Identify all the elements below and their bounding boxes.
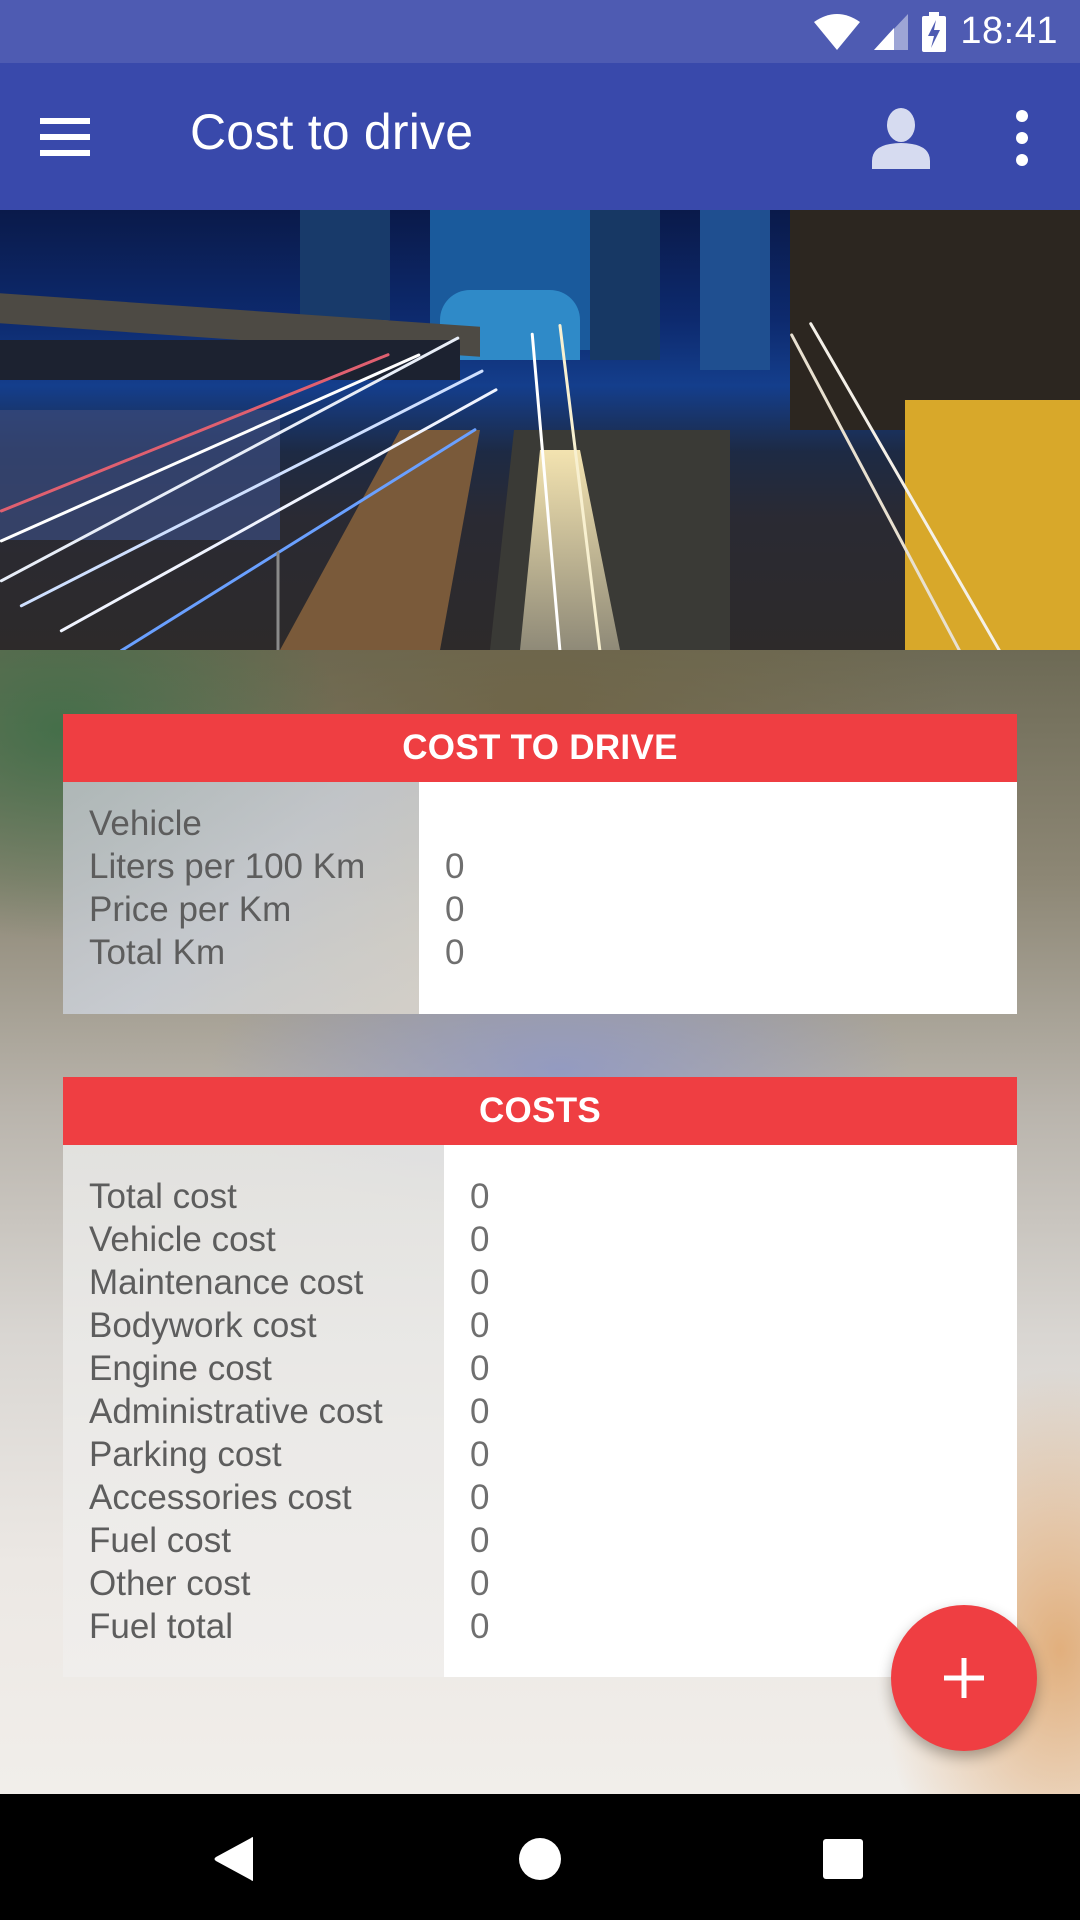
label-liters-per-100km: Liters per 100 Km (89, 847, 366, 886)
label-total-cost: Total cost (89, 1177, 237, 1216)
home-button[interactable] (505, 1824, 575, 1894)
wifi-icon (814, 13, 861, 50)
label-vehicle: Vehicle (89, 804, 202, 843)
account-icon[interactable] (866, 103, 936, 173)
label-bodywork-cost: Bodywork cost (89, 1306, 317, 1345)
value-fuel-cost: 0 (470, 1521, 490, 1560)
status-bar: 18:41 (0, 0, 1080, 63)
recents-button[interactable] (808, 1824, 878, 1894)
label-fuel-cost: Fuel cost (89, 1521, 231, 1560)
home-icon (519, 1838, 561, 1880)
value-parking-cost: 0 (470, 1435, 490, 1474)
battery-charging-icon (922, 11, 947, 52)
label-maintenance-cost: Maintenance cost (89, 1263, 364, 1302)
label-fuel-total: Fuel total (89, 1607, 233, 1646)
app-bar: Cost to drive (0, 63, 1080, 210)
add-fab-button[interactable] (891, 1605, 1037, 1751)
costs-labels: Total cost Vehicle cost Maintenance cost… (63, 1145, 444, 1677)
label-engine-cost: Engine cost (89, 1349, 272, 1388)
label-accessories-cost: Accessories cost (89, 1478, 352, 1517)
label-other-cost: Other cost (89, 1564, 251, 1603)
value-liters-per-100km: 0 (445, 847, 465, 886)
value-vehicle-cost: 0 (470, 1220, 490, 1259)
status-time: 18:41 (960, 10, 1058, 52)
label-price-per-km: Price per Km (89, 890, 292, 929)
recents-icon (823, 1839, 863, 1879)
cost-to-drive-values: 0 0 0 (419, 782, 1017, 1014)
app-title: Cost to drive (190, 104, 474, 160)
value-administrative-cost: 0 (470, 1392, 490, 1431)
value-bodywork-cost: 0 (470, 1306, 490, 1345)
cost-to-drive-header: COST TO DRIVE (63, 714, 1017, 782)
hamburger-menu-icon[interactable] (40, 109, 96, 165)
label-administrative-cost: Administrative cost (89, 1392, 383, 1431)
value-other-cost: 0 (470, 1564, 490, 1603)
costs-values: 0 0 0 0 0 0 0 0 0 0 0 (444, 1145, 1017, 1677)
back-icon (214, 1837, 253, 1881)
value-vehicle (445, 802, 1017, 845)
cost-to-drive-labels: Vehicle Liters per 100 Km Price per Km T… (63, 782, 419, 1014)
label-parking-cost: Parking cost (89, 1435, 282, 1474)
costs-card: COSTS Total cost Vehicle cost Maintenanc… (63, 1077, 1017, 1677)
more-vert-icon[interactable] (1000, 103, 1044, 173)
cellular-signal-icon (874, 13, 909, 50)
costs-header: COSTS (63, 1077, 1017, 1145)
back-button[interactable] (200, 1824, 270, 1894)
value-accessories-cost: 0 (470, 1478, 490, 1517)
costs-body: Total cost Vehicle cost Maintenance cost… (63, 1145, 1017, 1677)
hero-image (0, 210, 1080, 650)
value-total-km: 0 (445, 933, 465, 972)
value-maintenance-cost: 0 (470, 1263, 490, 1302)
label-vehicle-cost: Vehicle cost (89, 1220, 276, 1259)
value-total-cost: 0 (470, 1177, 490, 1216)
value-engine-cost: 0 (470, 1349, 490, 1388)
cost-to-drive-body: Vehicle Liters per 100 Km Price per Km T… (63, 782, 1017, 1014)
status-icons: 18:41 (814, 0, 1058, 63)
label-total-km: Total Km (89, 933, 226, 972)
cost-to-drive-card: COST TO DRIVE Vehicle Liters per 100 Km … (63, 714, 1017, 1014)
plus-icon (944, 1658, 984, 1698)
system-nav-bar (0, 1794, 1080, 1920)
value-price-per-km: 0 (445, 890, 465, 929)
